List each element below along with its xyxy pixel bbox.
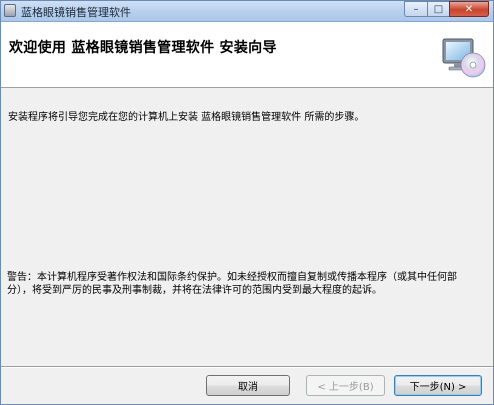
computer-cd-icon [442,38,486,78]
close-button[interactable]: ✕ [449,1,489,17]
title-bar[interactable]: 蓝格眼镜销售管理软件 – □ ✕ [1,1,493,22]
footer-separator [1,366,493,368]
maximize-button[interactable]: □ [427,1,449,17]
caption-buttons: – □ ✕ [404,1,489,19]
minimize-button[interactable]: – [404,1,427,17]
installer-window: 蓝格眼镜销售管理软件 – □ ✕ 欢迎使用 蓝格眼镜销售管理软件 安装向导 安装… [0,0,494,405]
window-title: 蓝格眼镜销售管理软件 [21,6,131,19]
intro-text: 安装程序将引导您完成在您的计算机上安装 蓝格眼镜销售管理软件 所需的步骤。 [8,112,365,123]
next-button[interactable]: 下一步(N) > [394,375,482,396]
back-button[interactable]: < 上一步(B) [306,375,385,396]
cancel-button[interactable]: 取消 [206,375,290,396]
wizard-header: 欢迎使用 蓝格眼镜销售管理软件 安装向导 [1,22,493,88]
page-title: 欢迎使用 蓝格眼镜销售管理软件 安装向导 [9,40,277,56]
installer-app-icon [4,4,16,17]
copyright-warning: 警告：本计算机程序受著作权法和国际条约保护。如未经授权而擅自复制或传播本程序（或… [7,272,457,296]
